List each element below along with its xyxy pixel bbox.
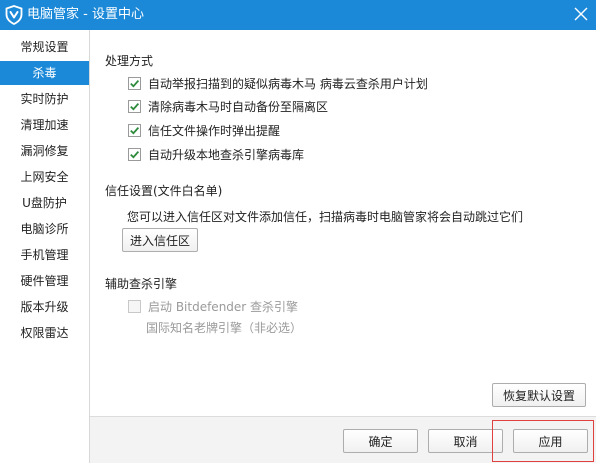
shield-logo-icon: [4, 5, 24, 26]
trust-description: 您可以进入信任区对文件添加信任，扫描病毒时电脑管家将会自动跳过它们: [127, 210, 524, 224]
sidebar-item-vulnerability[interactable]: 漏洞修复: [0, 139, 89, 163]
close-button[interactable]: [566, 0, 596, 30]
sidebar-item-web-security[interactable]: 上网安全: [0, 165, 89, 189]
checkmark-icon: [130, 150, 140, 159]
title-bar: 电脑管家 - 设置中心: [0, 0, 596, 30]
sidebar-item-hardware[interactable]: 硬件管理: [0, 269, 89, 293]
engine-section-title: 辅助查杀引擎: [105, 277, 178, 291]
option-auto-upgrade-engine[interactable]: 自动升级本地查杀引擎病毒库: [128, 146, 304, 162]
option-label: 自动举报扫描到的疑似病毒木马 病毒云查杀用户计划: [148, 76, 428, 91]
processing-section-title: 处理方式: [105, 54, 154, 68]
checkbox[interactable]: [128, 76, 141, 90]
sidebar-item-general[interactable]: 常规设置: [0, 35, 89, 59]
sidebar-item-permission[interactable]: 权限雷达: [0, 321, 89, 345]
option-label: 自动升级本地查杀引擎病毒库: [148, 147, 305, 162]
settings-panel: 处理方式 自动举报扫描到的疑似病毒木马 病毒云查杀用户计划 清除病毒木马时自动备…: [90, 30, 596, 416]
sidebar-item-clinic[interactable]: 电脑诊所: [0, 217, 89, 241]
checkmark-icon: [130, 79, 140, 88]
checkmark-icon: [130, 126, 140, 135]
engine-note: 国际知名老牌引擎（非必选）: [146, 321, 303, 335]
option-label: 清除病毒木马时自动备份至隔离区: [148, 99, 329, 114]
close-icon: [574, 7, 588, 24]
footer-bar: 确定 取消 应用: [90, 416, 596, 463]
sidebar-item-upgrade[interactable]: 版本升级: [0, 295, 89, 319]
ok-button[interactable]: 确定: [343, 429, 418, 453]
trust-section-title: 信任设置(文件白名单): [105, 184, 223, 198]
sidebar-item-phone[interactable]: 手机管理: [0, 243, 89, 267]
window-title: 电脑管家 - 设置中心: [27, 7, 144, 22]
restore-defaults-button[interactable]: 恢复默认设置: [492, 383, 586, 407]
checkbox[interactable]: [128, 99, 141, 113]
checkbox[interactable]: [128, 147, 141, 161]
checkbox[interactable]: [128, 299, 141, 313]
sidebar-item-realtime[interactable]: 实时防护: [0, 87, 89, 111]
option-label: 启动 Bitdefender 查杀引擎: [148, 299, 299, 314]
option-auto-backup[interactable]: 清除病毒木马时自动备份至隔离区: [128, 98, 328, 114]
sidebar-item-cleanup[interactable]: 清理加速: [0, 113, 89, 137]
checkmark-icon: [130, 102, 140, 111]
sidebar-item-usb[interactable]: U盘防护: [0, 191, 89, 215]
enter-trust-zone-button[interactable]: 进入信任区: [122, 228, 198, 252]
sidebar: 常规设置 杀毒 实时防护 清理加速 漏洞修复 上网安全 U盘防护 电脑诊所 手机…: [0, 30, 90, 463]
option-trust-prompt[interactable]: 信任文件操作时弹出提醒: [128, 122, 280, 138]
option-label: 信任文件操作时弹出提醒: [148, 123, 281, 138]
option-bitdefender[interactable]: 启动 Bitdefender 查杀引擎: [128, 298, 298, 314]
option-auto-report[interactable]: 自动举报扫描到的疑似病毒木马 病毒云查杀用户计划: [128, 75, 428, 91]
sidebar-item-antivirus[interactable]: 杀毒: [0, 61, 89, 85]
apply-button[interactable]: 应用: [513, 429, 588, 453]
cancel-button[interactable]: 取消: [428, 429, 503, 453]
checkbox[interactable]: [128, 123, 141, 137]
